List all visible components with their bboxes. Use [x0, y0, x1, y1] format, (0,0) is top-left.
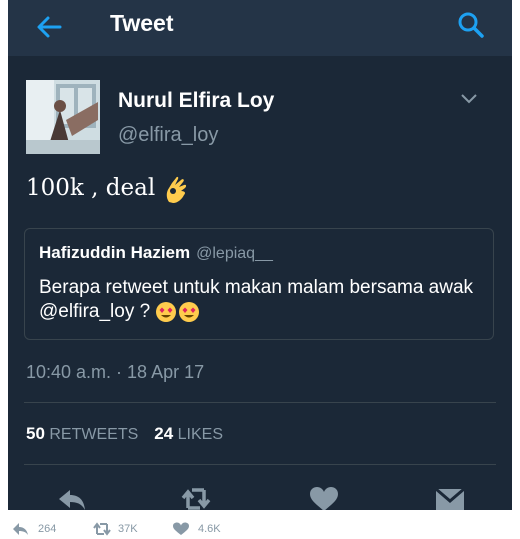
tweet-screen: Tweet Nurul Elfira Loy @elfira_loy 100k … — [8, 0, 512, 510]
reply-icon — [13, 523, 28, 535]
footer-retweets-count: 37K — [118, 523, 138, 535]
chevron-down-icon[interactable] — [459, 92, 479, 106]
heart-eyes-emoji — [156, 301, 200, 322]
avatar[interactable] — [26, 80, 100, 154]
retweet-icon — [93, 522, 111, 536]
embed-footer: 264 37K 4.6K — [0, 520, 520, 539]
footer-likes-count: 4.6K — [198, 523, 221, 535]
like-label[interactable]: LIKES — [178, 426, 223, 443]
avatar-image — [26, 80, 100, 154]
quoted-text: Berapa retweet untuk makan malam bersama… — [39, 276, 479, 324]
retweet-count[interactable]: 50 — [26, 424, 45, 443]
divider — [24, 402, 496, 403]
like-icon — [173, 522, 189, 535]
quoted-author-name: Hafizuddin Haziem — [39, 243, 191, 262]
reply-icon[interactable] — [56, 486, 88, 510]
tweet-text: 100k , deal — [26, 174, 191, 204]
page-title: Tweet — [110, 10, 174, 36]
search-icon[interactable] — [456, 10, 486, 40]
retweet-icon[interactable] — [180, 486, 212, 510]
quoted-author: Hafizuddin Haziem @lepiaq__ — [39, 243, 273, 263]
retweet-label[interactable]: RETWEETS — [49, 426, 138, 443]
message-icon[interactable] — [434, 486, 466, 510]
like-count[interactable]: 24 — [154, 424, 173, 443]
quoted-tweet[interactable]: Hafizuddin Haziem @lepiaq__ Berapa retwee… — [24, 228, 494, 340]
author-name[interactable]: Nurul Elfira Loy — [118, 89, 274, 113]
divider — [24, 464, 496, 465]
like-icon[interactable] — [308, 486, 340, 510]
footer-replies-count: 264 — [38, 523, 57, 535]
quoted-author-handle: @lepiaq__ — [196, 245, 273, 262]
author-handle[interactable]: @elfira_loy — [118, 124, 218, 147]
arrow-left-icon[interactable] — [34, 12, 64, 42]
tweet-text-body: 100k , deal — [26, 175, 156, 201]
ok-hand-emoji — [166, 176, 186, 203]
engagement-stats: 50 RETWEETS 24 LIKES — [26, 424, 223, 444]
timestamp[interactable]: 10:40 a.m. · 18 Apr 17 — [26, 362, 204, 383]
quoted-text-body: Berapa retweet untuk makan malam bersama… — [39, 277, 474, 322]
top-bar: Tweet — [8, 0, 512, 56]
